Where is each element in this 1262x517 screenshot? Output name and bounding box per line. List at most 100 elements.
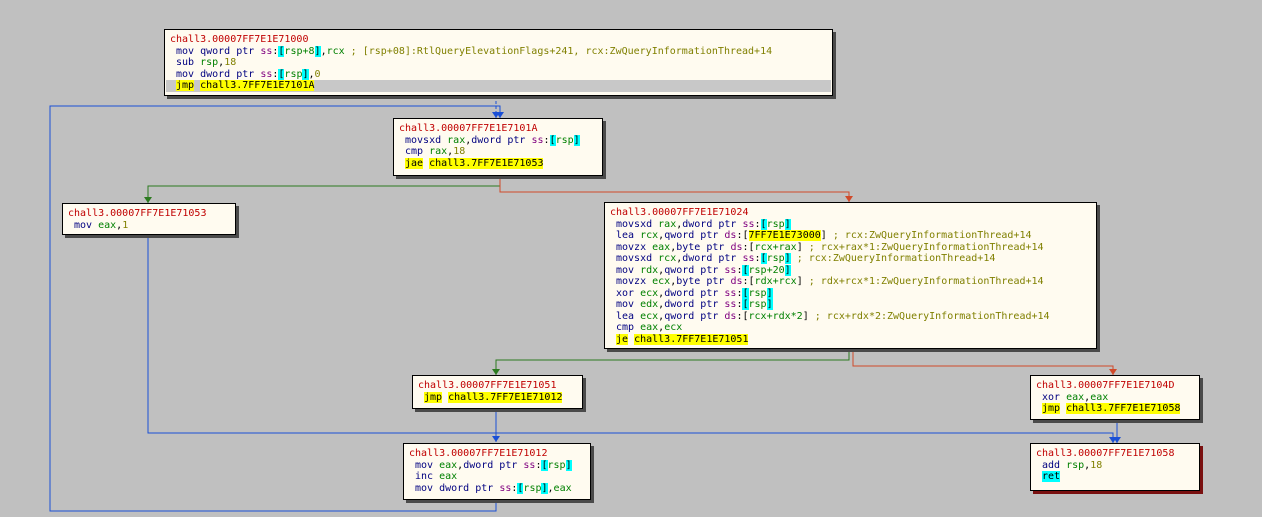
- operand: qword ptr: [664, 230, 719, 241]
- instruction-line[interactable]: mov dword ptr ss:[rsp],0: [170, 68, 827, 81]
- instruction-line[interactable]: mov rdx,qword ptr ss:[rsp+20]: [610, 264, 1091, 277]
- basic-block-b101A[interactable]: chall3.00007FF7E1E7101A movsxd rax,dword …: [393, 118, 603, 176]
- operand: dword ptr: [200, 68, 255, 80]
- jump-target[interactable]: chall3.7FF7E1E71012: [448, 391, 563, 403]
- mnemonic: add: [1042, 459, 1061, 471]
- operand: 18: [453, 146, 466, 157]
- operand: eax: [1090, 391, 1109, 403]
- instruction-line[interactable]: inc eax: [409, 471, 585, 483]
- mnemonic: jae: [405, 157, 424, 169]
- operand: rsp: [523, 482, 542, 494]
- instruction-line[interactable]: lea rcx,qword ptr ds:[7FF7E1E73000] ; rc…: [610, 230, 1091, 242]
- operand: rax: [658, 218, 677, 230]
- operand: ]: [565, 459, 572, 471]
- instruction-line[interactable]: je chall3.7FF7E1E71051: [610, 333, 1091, 346]
- instruction-line[interactable]: jae chall3.7FF7E1E71053: [399, 157, 597, 170]
- operand: ]: [766, 287, 773, 299]
- operand: dword ptr: [682, 253, 737, 264]
- comment: ; rcx+rax*1:ZwQueryInformationThread+14: [802, 241, 1044, 253]
- mnemonic: mov: [415, 482, 434, 494]
- jump-target[interactable]: chall3.7FF7E1E7101A: [200, 80, 315, 91]
- basic-block-b104D[interactable]: chall3.00007FF7E1E7104D xor eax,eax jmp ch…: [1030, 375, 1200, 420]
- operand: ecx: [640, 287, 659, 299]
- operand: ret: [1042, 471, 1061, 482]
- instruction-line[interactable]: movzx ecx,byte ptr ds:[rdx+rcx] ; rdx+rc…: [610, 276, 1091, 288]
- instruction-line[interactable]: mov eax,1: [68, 220, 230, 232]
- mnemonic: movzx: [616, 276, 647, 287]
- block-label[interactable]: chall3.00007FF7E1E7104D: [1036, 380, 1194, 392]
- mnemonic: mov: [415, 459, 434, 471]
- operand: ss: [742, 253, 755, 264]
- mnemonic: mov: [176, 45, 195, 57]
- operand: dword ptr: [439, 482, 494, 494]
- basic-block-b1000[interactable]: chall3.00007FF7E1E71000 mov qword ptr ss:…: [164, 29, 833, 96]
- instruction-line[interactable]: cmp rax,18: [399, 146, 597, 158]
- mnemonic: movsxd: [616, 218, 653, 230]
- operand: rcx: [326, 45, 345, 57]
- edge-b101A-b1024: [499, 176, 850, 202]
- basic-block-b1051[interactable]: chall3.00007FF7E1E71051 jmp chall3.7FF7E1…: [412, 375, 583, 409]
- operand: rdx+rcx: [754, 276, 797, 287]
- instruction-line[interactable]: movzx eax,byte ptr ds:[rcx+rax] ; rcx+ra…: [610, 242, 1091, 254]
- jump-target[interactable]: 7FF7E1E73000: [748, 230, 821, 241]
- instruction-line[interactable]: lea ecx,qword ptr ds:[rcx+rdx*2] ; rcx+r…: [610, 311, 1091, 323]
- block-label[interactable]: chall3.00007FF7E1E71053: [68, 208, 230, 220]
- operand: qword ptr: [200, 45, 255, 57]
- instruction-line[interactable]: jmp chall3.7FF7E1E71012: [418, 391, 577, 404]
- operand: ds: [724, 310, 737, 322]
- mnemonic: mov: [616, 264, 635, 276]
- instruction-line[interactable]: mov eax,dword ptr ss:[rsp]: [409, 459, 585, 472]
- jump-target[interactable]: chall3.7FF7E1E71053: [429, 157, 544, 169]
- operand: ss: [260, 68, 273, 80]
- operand: rcx+rax: [754, 241, 797, 253]
- mnemonic: jmp: [424, 391, 443, 403]
- edge-b101A-b1053: [147, 176, 501, 203]
- basic-block-b1024[interactable]: chall3.00007FF7E1E71024 movsxd rax,dword …: [604, 202, 1097, 349]
- instruction-line[interactable]: add rsp,18: [1036, 460, 1194, 472]
- operand: byte ptr: [676, 241, 725, 253]
- block-label[interactable]: chall3.00007FF7E1E7101A: [399, 123, 597, 135]
- instruction-line[interactable]: movsxd rax,dword ptr ss:[rsp]: [610, 218, 1091, 231]
- mnemonic: mov: [616, 299, 635, 310]
- block-label[interactable]: chall3.00007FF7E1E71000: [170, 34, 827, 46]
- instruction-line[interactable]: mov qword ptr ss:[rsp+8],rcx ; [rsp+08]:…: [170, 45, 827, 58]
- operand: :: [543, 134, 550, 146]
- mnemonic: cmp: [405, 146, 424, 157]
- block-label[interactable]: chall3.00007FF7E1E71024: [610, 207, 1091, 219]
- operand: dword ptr: [664, 287, 719, 299]
- instruction-line[interactable]: movsxd rcx,dword ptr ss:[rsp] ; rcx:ZwQu…: [610, 253, 1091, 265]
- instruction-line[interactable]: ret: [1036, 471, 1194, 483]
- basic-block-b1053[interactable]: chall3.00007FF7E1E71053 mov eax,1: [62, 203, 236, 235]
- operand: ds: [724, 230, 737, 241]
- block-label[interactable]: chall3.00007FF7E1E71058: [1036, 448, 1194, 460]
- instruction-line[interactable]: xor ecx,dword ptr ss:[rsp]: [610, 287, 1091, 300]
- operand: rcx+rdx*2: [748, 310, 803, 322]
- instruction-line[interactable]: xor eax,eax: [1036, 392, 1194, 404]
- operand: ss: [260, 45, 273, 57]
- operand: rsp: [1066, 459, 1085, 471]
- operand: edx: [640, 299, 659, 310]
- instruction-line[interactable]: cmp eax,ecx: [610, 322, 1091, 334]
- operand: rsp: [547, 459, 566, 471]
- operand: ecx: [640, 310, 659, 322]
- basic-block-b1058[interactable]: chall3.00007FF7E1E71058 add rsp,18 ret: [1030, 443, 1200, 491]
- operand: rsp+20: [748, 264, 785, 276]
- operand: 18: [1090, 459, 1103, 471]
- operand: ]: [766, 299, 773, 310]
- block-label[interactable]: chall3.00007FF7E1E71051: [418, 380, 577, 392]
- instruction-line[interactable]: mov edx,dword ptr ss:[rsp]: [610, 299, 1091, 311]
- operand: eax: [439, 459, 458, 471]
- jump-target[interactable]: chall3.7FF7E1E71058: [1066, 403, 1181, 414]
- instruction-line[interactable]: sub rsp,18: [170, 57, 827, 69]
- comment: ; rcx:ZwQueryInformationThread+14: [826, 230, 1032, 241]
- instruction-line[interactable]: jmp chall3.7FF7E1E7101A: [166, 80, 831, 92]
- jump-target[interactable]: chall3.7FF7E1E71051: [634, 333, 749, 345]
- instruction-line[interactable]: movsxd rax,dword ptr ss:[rsp]: [399, 134, 597, 147]
- block-label[interactable]: chall3.00007FF7E1E71012: [409, 448, 585, 460]
- operand: ss: [499, 482, 512, 494]
- mnemonic: movsxd: [405, 134, 442, 146]
- basic-block-b1012[interactable]: chall3.00007FF7E1E71012 mov eax,dword ptr…: [403, 443, 591, 500]
- instruction-line[interactable]: mov dword ptr ss:[rsp],eax: [409, 482, 585, 495]
- operand: rsp: [555, 134, 574, 146]
- instruction-line[interactable]: jmp chall3.7FF7E1E71058: [1036, 403, 1194, 415]
